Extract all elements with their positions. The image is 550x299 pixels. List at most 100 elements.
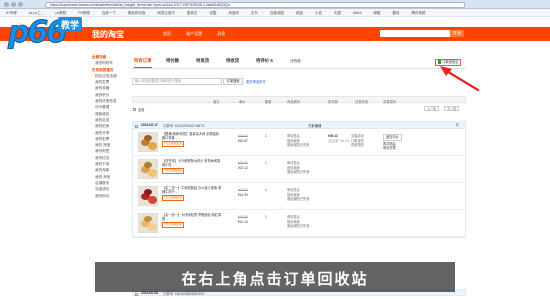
order-block: 2018-06-17 订单号: 163033094874687S 方家铺铺 🗑 … <box>132 121 466 238</box>
trade-status: 交易成功 订单详情 查看物流 <box>351 134 364 148</box>
nav-home[interactable]: 首页 <box>163 31 171 37</box>
logo-tag: 教学 <box>58 17 83 32</box>
order-recycle-bin-button[interactable]: 订单回收站 <box>435 59 462 66</box>
recycle-label: 订单回收站 <box>442 60 459 64</box>
my-taobao-title[interactable]: 我的淘宝 <box>92 29 124 40</box>
header-search-button[interactable]: 搜 索 <box>450 30 464 37</box>
more-filters-link[interactable]: 更多筛选条件 <box>246 79 266 84</box>
bookmark-item[interactable]: 腾讯视频 <box>408 11 428 16</box>
nav-account-settings[interactable]: 账户设置 <box>186 31 202 37</box>
quantity: 1 <box>265 161 267 165</box>
col-item-ops: 商品操作 <box>287 99 301 104</box>
logo-mark: p66 <box>7 15 67 51</box>
bookmark-item[interactable]: 网盘 <box>293 11 306 16</box>
pager-row: 全选 上一页 下一页 <box>132 105 466 113</box>
trash-icon <box>438 60 441 64</box>
col-paid: 实付款 <box>328 99 338 104</box>
back-icon[interactable] <box>4 2 9 7</box>
order-item-row: 【酸辣/烧烤/孜然】猫耳朵大师 手撕猫耳 脆口零食 ... 7天无理由退货 ¥39.… <box>133 129 465 156</box>
product-thumbnail[interactable] <box>138 186 158 206</box>
bookmark-item[interactable]: 百度一下 <box>99 11 119 16</box>
status-link[interactable]: 查看物流 <box>351 143 364 148</box>
paid-amount: ¥49.13 (含运费: ¥5.00) <box>328 134 350 143</box>
product-title[interactable]: 【买二送一】牛肉粒散装 办公室小零食 香辣牛肉干 ... 7天无理由退货 <box>162 186 222 201</box>
col-qty: 数量 <box>265 99 272 104</box>
refresh-icon[interactable] <box>18 2 23 7</box>
quantity: 1 <box>265 215 267 219</box>
tab-pending-shipment[interactable]: 待发货 <box>196 58 209 64</box>
col-item: 宝贝 <box>213 99 220 104</box>
service-link[interactable]: 退运保险已失效 <box>287 197 309 202</box>
product-title[interactable]: 【买一送一】大块肉松饼 早餐面包 网红零食 ... 7天无理由退货 <box>162 213 222 228</box>
product-thumbnail[interactable] <box>138 213 158 233</box>
order-header: 2018-06-17 订单号: 163033094874687S 方家铺铺 🗑 <box>133 122 465 129</box>
sidebar-item[interactable]: 我的粉丝 <box>92 193 127 199</box>
bookmark-item[interactable]: bilibili <box>350 11 365 16</box>
bookmark-item[interactable]: 爱奇艺 <box>184 11 201 16</box>
next-page-button[interactable]: 下一页 <box>444 106 460 111</box>
quantity: 1 <box>265 188 267 192</box>
trade-action[interactable]: 追加评价 <box>383 134 402 141</box>
trade-action[interactable]: 申请开票 <box>383 146 402 151</box>
item-service-links: 申请售后 投诉卖家 退运保险已失效 <box>287 215 309 229</box>
bookmark-item[interactable]: 优酷 <box>206 11 219 16</box>
trade-actions: 追加评价 再次购买 申请开票 <box>383 134 402 151</box>
delete-order-icon[interactable]: 🗑 <box>455 123 459 127</box>
item-service-links: 申请售后 投诉卖家 退运保险已失效 <box>287 161 309 175</box>
tab-staged[interactable]: 分阶段 <box>290 59 301 64</box>
sidebar: 全部功能 我的购物车 已买到的宝贝 购买过的店铺 我的发票 我的收藏 我的积分 我的优惠信息评… <box>92 54 127 199</box>
address-bar[interactable]: https://buyertrade.taobao.com/trade/item… <box>45 1 465 8</box>
bookmark-item[interactable]: 小说 <box>312 11 325 16</box>
product-title[interactable]: 【送芥末】卡卡鲜虾酥大虾片 虾条休闲零食小吃 ... 7天无理由退货 <box>162 159 222 174</box>
header-search-input[interactable] <box>380 30 450 37</box>
order-number-2: 订单号: 158184080966749S <box>163 292 205 297</box>
tab-pending-payment[interactable]: 待付款 <box>166 58 179 64</box>
column-header: 宝贝 单价 数量 商品操作 实付款 交易状态 交易操作 <box>132 96 466 104</box>
order-items: 【酸辣/烧烤/孜然】猫耳朵大师 手撕猫耳 脆口零食 ... 7天无理由退货 ¥39.… <box>133 129 465 237</box>
bookmark-item[interactable]: 京东 <box>248 11 261 16</box>
tab-all-orders[interactable]: 所有订单 <box>134 58 152 68</box>
return-policy-badge: 7天无理由退货 <box>162 195 185 201</box>
return-policy-badge: 7天无理由退货 <box>162 222 185 228</box>
order-item-row: 【送芥末】卡卡鲜虾酥大虾片 虾条休闲零食小吃 ... 7天无理由退货 ¥39.80 ¥… <box>133 156 465 183</box>
nav-messages[interactable]: 消息 <box>217 31 225 37</box>
tab-pending-review[interactable]: 待评价 6 <box>256 58 273 64</box>
order-search-input[interactable]: 输入商品标题或订单号进行搜索 <box>132 78 222 85</box>
col-status: 交易状态 <box>355 99 369 104</box>
bookmark-item[interactable]: 网易云音乐 <box>154 11 178 16</box>
forward-icon[interactable] <box>11 2 16 7</box>
p66-logo: p66 教学 <box>6 13 86 51</box>
order-item-row: 【买一送一】大块肉松饼 早餐面包 网红零食 ... 7天无理由退货 ¥29.80 ¥1… <box>133 210 465 237</box>
order-item-row: 【买二送一】牛肉粒散装 办公室小零食 香辣牛肉干 ... 7天无理由退货 ¥29.8… <box>133 183 465 210</box>
return-policy-badge: 7天无理由退货 <box>162 168 185 174</box>
order-search-button[interactable]: 订单搜索 <box>223 78 243 85</box>
order-tabs: 所有订单 待付款 待发货 待收货 待评价 6 分阶段 订单回收站 <box>132 55 466 69</box>
browser-toolbar: https://buyertrade.taobao.com/trade/item… <box>0 0 550 9</box>
prev-page-button[interactable]: 上一页 <box>424 106 440 111</box>
item-service-links: 申请售后 投诉卖家 退运保险已失效 <box>287 188 309 202</box>
bookmark-item[interactable]: 百度地图 <box>267 11 287 16</box>
tab-pending-receipt[interactable]: 待收货 <box>226 58 239 64</box>
bookmark-item[interactable]: 淘宝网 <box>225 11 242 16</box>
select-all-checkbox[interactable] <box>133 107 136 112</box>
bookmark-item[interactable]: 翻译 <box>389 11 402 16</box>
shop-name[interactable]: 方家铺铺 <box>308 123 321 128</box>
order-date: 2018-06-17 <box>141 123 158 128</box>
bookmark-item[interactable]: 天猫 <box>331 11 344 16</box>
order-number: 订单号: 163033094874687S <box>163 124 205 129</box>
quantity: 1 <box>265 134 267 138</box>
unit-price: ¥39.80 ¥22.12 <box>238 161 248 170</box>
product-thumbnail[interactable] <box>138 132 158 152</box>
unit-price: ¥29.80 ¥16.99 <box>238 188 248 197</box>
bookmark-item[interactable]: 微信网页版 <box>125 11 149 16</box>
item-service-links: 申请售后 投诉卖家 退运保险已失效 <box>287 134 309 148</box>
service-link[interactable]: 退运保险已失效 <box>287 224 309 229</box>
bookmark-item[interactable]: 邮箱 <box>370 11 383 16</box>
service-link[interactable]: 退运保险已失效 <box>287 143 309 148</box>
select-all-label: 全选 <box>138 108 145 112</box>
return-policy-badge: 7天无理由退货 <box>162 141 185 147</box>
product-title[interactable]: 【酸辣/烧烤/孜然】猫耳朵大师 手撕猫耳 脆口零食 ... 7天无理由退货 <box>162 132 222 147</box>
product-thumbnail[interactable] <box>138 159 158 179</box>
col-trade-ops: 交易操作 <box>383 99 397 104</box>
service-link[interactable]: 退运保险已失效 <box>287 170 309 175</box>
